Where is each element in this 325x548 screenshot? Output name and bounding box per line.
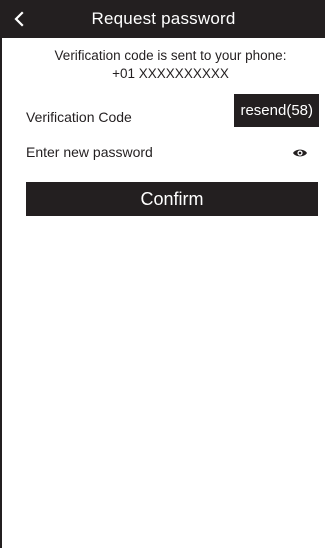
- eye-icon[interactable]: [292, 147, 308, 159]
- header-bar: Request password: [2, 0, 325, 38]
- verification-code-row: Verification Code resend(58): [2, 92, 325, 134]
- password-row: [2, 138, 325, 172]
- page-title: Request password: [91, 9, 236, 28]
- phone-number: +01 XXXXXXXXXX: [112, 66, 229, 81]
- verification-info: Verification code is sent to your phone:…: [2, 38, 325, 83]
- info-line-1: Verification code is sent to your phone:: [54, 48, 287, 63]
- chevron-left-icon: [14, 11, 24, 27]
- verification-code-field[interactable]: Verification Code: [26, 109, 132, 125]
- resend-button[interactable]: resend(58): [234, 94, 319, 127]
- back-button[interactable]: [6, 0, 32, 38]
- new-password-input[interactable]: [26, 144, 266, 160]
- confirm-button[interactable]: Confirm: [26, 182, 318, 216]
- request-password-screen: Request password Verification code is se…: [0, 0, 325, 548]
